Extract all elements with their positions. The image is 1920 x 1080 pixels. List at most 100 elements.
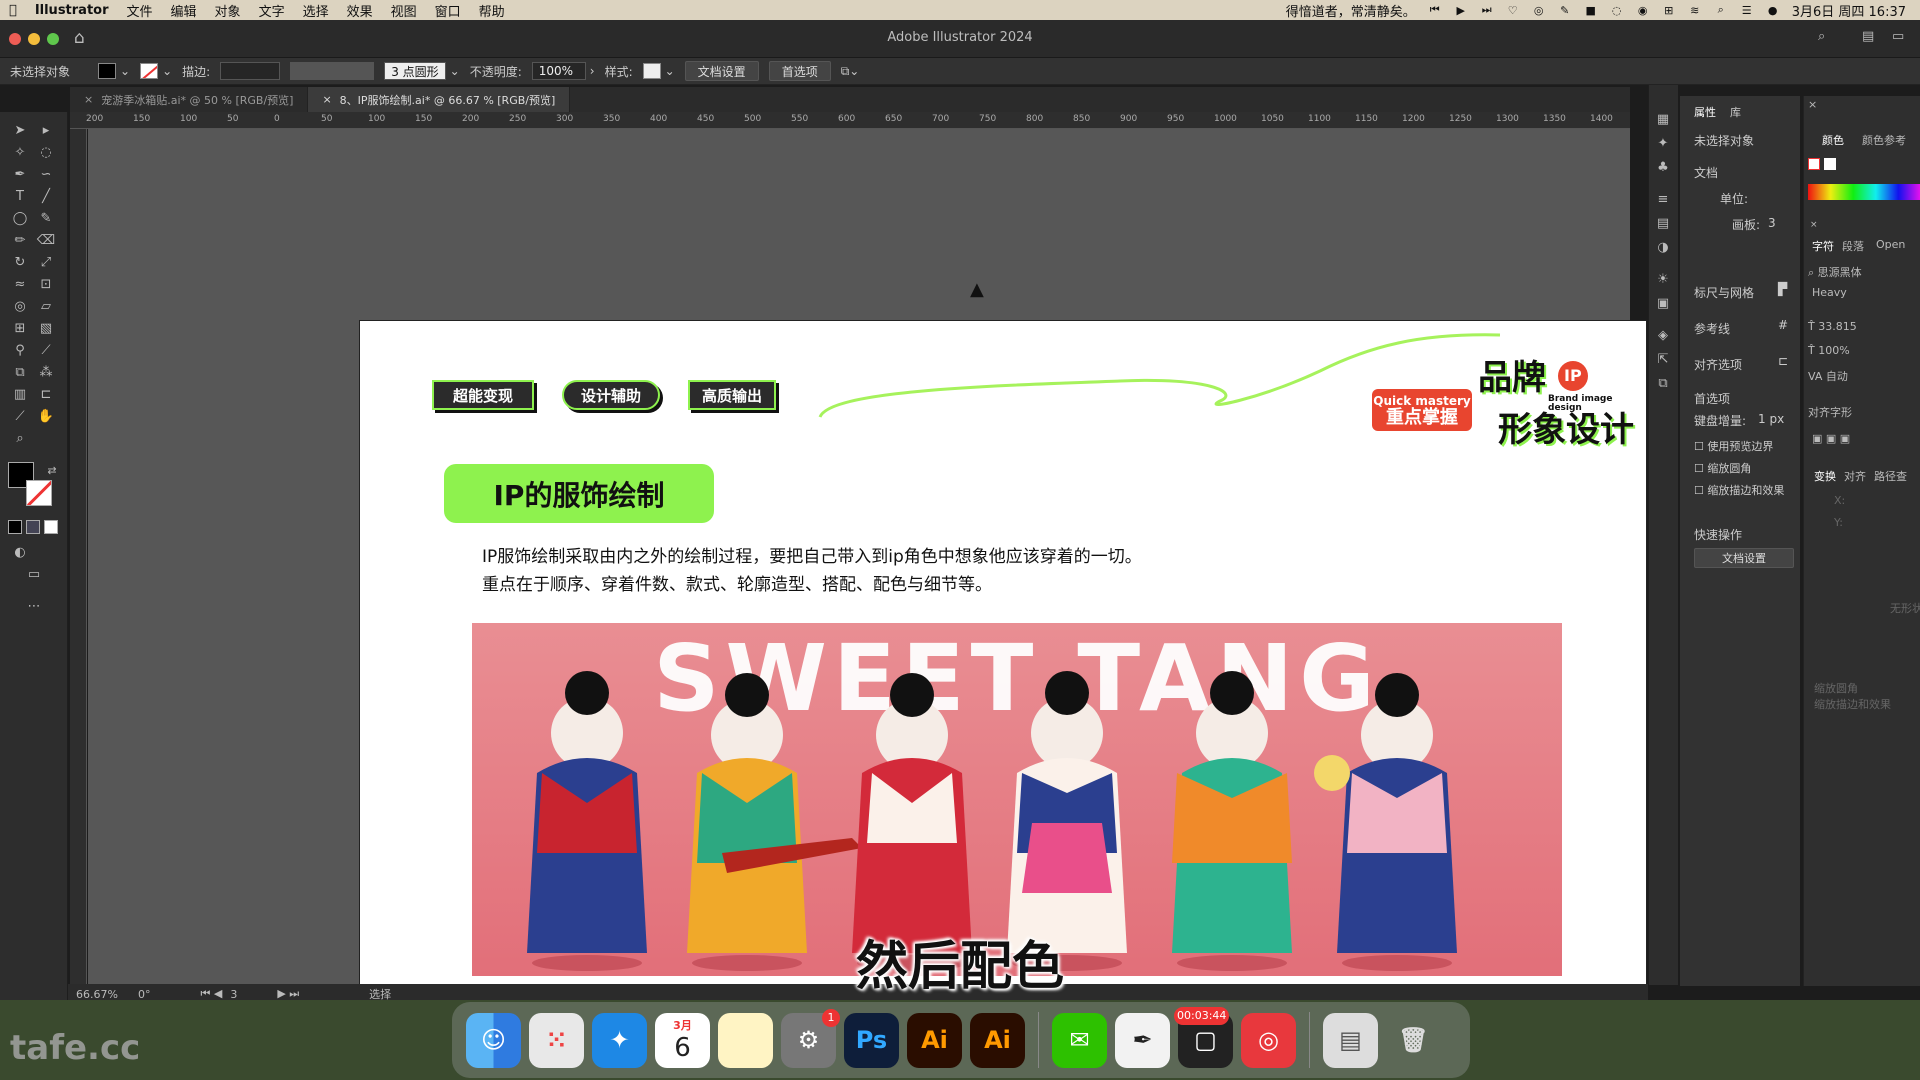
layers-panel-icon[interactable]: ◈: [1653, 325, 1673, 345]
search-help-icon[interactable]: ⌕: [1818, 29, 1825, 44]
color-spectrum[interactable]: [1808, 184, 1920, 200]
checkbox-scale-strokes[interactable]: ☐ 缩放描边和效果: [1694, 482, 1784, 498]
glyph-align-icon[interactable]: ▣ ▣ ▣: [1812, 432, 1850, 445]
menu-effect[interactable]: 效果: [338, 1, 382, 20]
color-fill-swatch[interactable]: [1808, 158, 1820, 170]
trash-icon[interactable]: 🗑: [1386, 1013, 1441, 1068]
opacity-field[interactable]: 100%: [531, 62, 586, 80]
tab-document-1[interactable]: × 宠游季冰箱贴.ai* @ 50 % [RGB/预览]: [70, 87, 309, 112]
menu-select[interactable]: 选择: [294, 1, 338, 20]
warp-tool-icon[interactable]: ≈: [10, 274, 30, 294]
gradient-tool-icon[interactable]: ▧: [36, 318, 56, 338]
font-style-field[interactable]: Heavy: [1812, 286, 1847, 299]
document-settings-quick-button[interactable]: 文档设置: [1694, 548, 1794, 568]
music-app-icon[interactable]: ◎: [1532, 3, 1546, 17]
selection-tool-icon[interactable]: ➤: [10, 120, 30, 140]
wechat-menubar-icon[interactable]: ◌: [1610, 3, 1624, 17]
column-graph-tool-icon[interactable]: ▥: [10, 384, 30, 404]
tab-color[interactable]: 颜色: [1822, 132, 1844, 148]
menu-edit[interactable]: 编辑: [162, 1, 206, 20]
panel-toggle-icon[interactable]: ▭: [1892, 29, 1904, 44]
lasso-tool-icon[interactable]: ◌: [36, 142, 56, 162]
tab-character[interactable]: 字符: [1812, 238, 1834, 254]
chevron-down-icon[interactable]: ⌄: [120, 64, 130, 78]
perspective-tool-icon[interactable]: ▱: [36, 296, 56, 316]
export-panel-icon[interactable]: ⇱: [1653, 349, 1673, 369]
scale-tool-icon[interactable]: ⤢: [36, 252, 56, 272]
shape-builder-tool-icon[interactable]: ◎: [10, 296, 30, 316]
rotate-tool-icon[interactable]: ↻: [10, 252, 30, 272]
vertical-ruler[interactable]: [70, 129, 87, 984]
illustrator-2-icon[interactable]: Ai: [970, 1012, 1025, 1068]
pen-app-icon[interactable]: ✒: [1115, 1012, 1170, 1068]
photoshop-icon[interactable]: Ps: [844, 1012, 899, 1068]
canvas-area[interactable]: 超能变现 设计辅助 高质输出 Quick mastery 重点掌握 品牌 IP …: [88, 129, 1647, 1042]
free-transform-tool-icon[interactable]: ⊡: [36, 274, 56, 294]
style-swatch[interactable]: [642, 63, 661, 79]
menu-help[interactable]: 帮助: [470, 1, 514, 20]
ruler-icon[interactable]: ▛: [1778, 282, 1787, 296]
fill-swatch[interactable]: [98, 63, 117, 79]
wifi-icon[interactable]: ≋: [1688, 3, 1702, 17]
chevron-down-icon[interactable]: ⌄: [665, 64, 675, 78]
camera-icon[interactable]: ■: [1584, 3, 1598, 17]
screen-mode-icon[interactable]: ▭: [24, 564, 44, 584]
heart-icon[interactable]: ♡: [1506, 3, 1520, 17]
apple-icon[interactable]: : [0, 3, 26, 18]
leading-field[interactable]: T̂ 100%: [1808, 344, 1850, 357]
eyedropper-tool-icon[interactable]: ⚲: [10, 340, 30, 360]
menu-window[interactable]: 窗口: [426, 1, 470, 20]
chevron-right-icon[interactable]: ›: [590, 64, 595, 78]
paintbrush-tool-icon[interactable]: ✎: [36, 208, 56, 228]
tab-properties[interactable]: 属性: [1694, 104, 1716, 120]
mesh-tool-icon[interactable]: ⊞: [10, 318, 30, 338]
tab-transform[interactable]: 变换: [1814, 468, 1836, 484]
none-mode-icon[interactable]: [44, 520, 58, 534]
artboards-panel-icon[interactable]: ⧉: [1653, 373, 1673, 393]
blend-tool-icon[interactable]: ⧉: [10, 362, 30, 382]
close-icon[interactable]: ×: [322, 93, 331, 106]
gradient-mode-icon[interactable]: [26, 520, 40, 534]
graphic-styles-panel-icon[interactable]: ▣: [1653, 293, 1673, 313]
calendar-icon[interactable]: 3月 6: [655, 1012, 710, 1068]
menu-app-name[interactable]: Illustrator: [26, 3, 118, 18]
wechat-icon[interactable]: ✉: [1052, 1012, 1107, 1068]
stroke-panel-icon[interactable]: ≡: [1653, 189, 1673, 209]
tab-paragraph[interactable]: 段落: [1842, 238, 1864, 254]
screen-recorder-icon[interactable]: ▢ 00:03:44: [1174, 1006, 1233, 1068]
documents-stack-icon[interactable]: ▤: [1323, 1012, 1378, 1068]
chevron-down-icon[interactable]: ⌄: [450, 64, 460, 78]
stroke-swatch[interactable]: [140, 63, 159, 79]
draw-mode-icon[interactable]: ◐: [10, 542, 30, 562]
close-icon[interactable]: ×: [1808, 98, 1817, 111]
swap-colors-icon[interactable]: ⇄: [42, 460, 62, 480]
launchpad-icon[interactable]: ⁙: [529, 1012, 584, 1068]
magic-wand-tool-icon[interactable]: ✧: [10, 142, 30, 162]
document-settings-button[interactable]: 文档设置: [684, 61, 759, 81]
system-settings-icon[interactable]: ⚙ 1: [781, 1008, 840, 1068]
symbols-panel-icon[interactable]: ♣: [1653, 157, 1673, 177]
tab-pathfinder[interactable]: 路径查: [1874, 468, 1907, 484]
type-tool-icon[interactable]: T: [10, 186, 30, 206]
pencil-tool-icon[interactable]: ✏: [10, 230, 30, 250]
checkbox-preview-bounds[interactable]: ☐ 使用预览边界: [1694, 438, 1773, 454]
brush-definition-field[interactable]: 3 点圆形: [384, 62, 446, 80]
illustrator-icon[interactable]: Ai: [907, 1012, 962, 1068]
notes-icon[interactable]: [718, 1012, 773, 1068]
netease-music-icon[interactable]: ◎: [1241, 1012, 1296, 1068]
tab-document-2[interactable]: × 8、IP服饰绘制.ai* @ 66.67 % [RGB/预览]: [308, 87, 571, 112]
pen-tool-icon[interactable]: ✒: [10, 164, 30, 184]
guides-icon[interactable]: #: [1778, 318, 1788, 332]
horizontal-ruler[interactable]: 200 150 100 50 0 50 100 150 200 250 300 350 400 450 50…: [70, 112, 1630, 129]
brushes-panel-icon[interactable]: ✦: [1653, 133, 1673, 153]
line-tool-icon[interactable]: ╱: [36, 186, 56, 206]
control-center-icon[interactable]: ☰: [1740, 3, 1754, 17]
menu-file[interactable]: 文件: [118, 1, 162, 20]
tab-opentype[interactable]: Open: [1876, 238, 1905, 251]
checkbox-scale-corners[interactable]: ☐ 缩放圆角: [1694, 460, 1751, 476]
finder-icon[interactable]: ☺: [466, 1012, 521, 1068]
stroke-color-box[interactable]: [26, 480, 52, 506]
pen-icon[interactable]: ✎: [1558, 3, 1572, 17]
curvature-tool-icon[interactable]: ∽: [36, 164, 56, 184]
tab-color-guide[interactable]: 颜色参考: [1862, 132, 1906, 148]
